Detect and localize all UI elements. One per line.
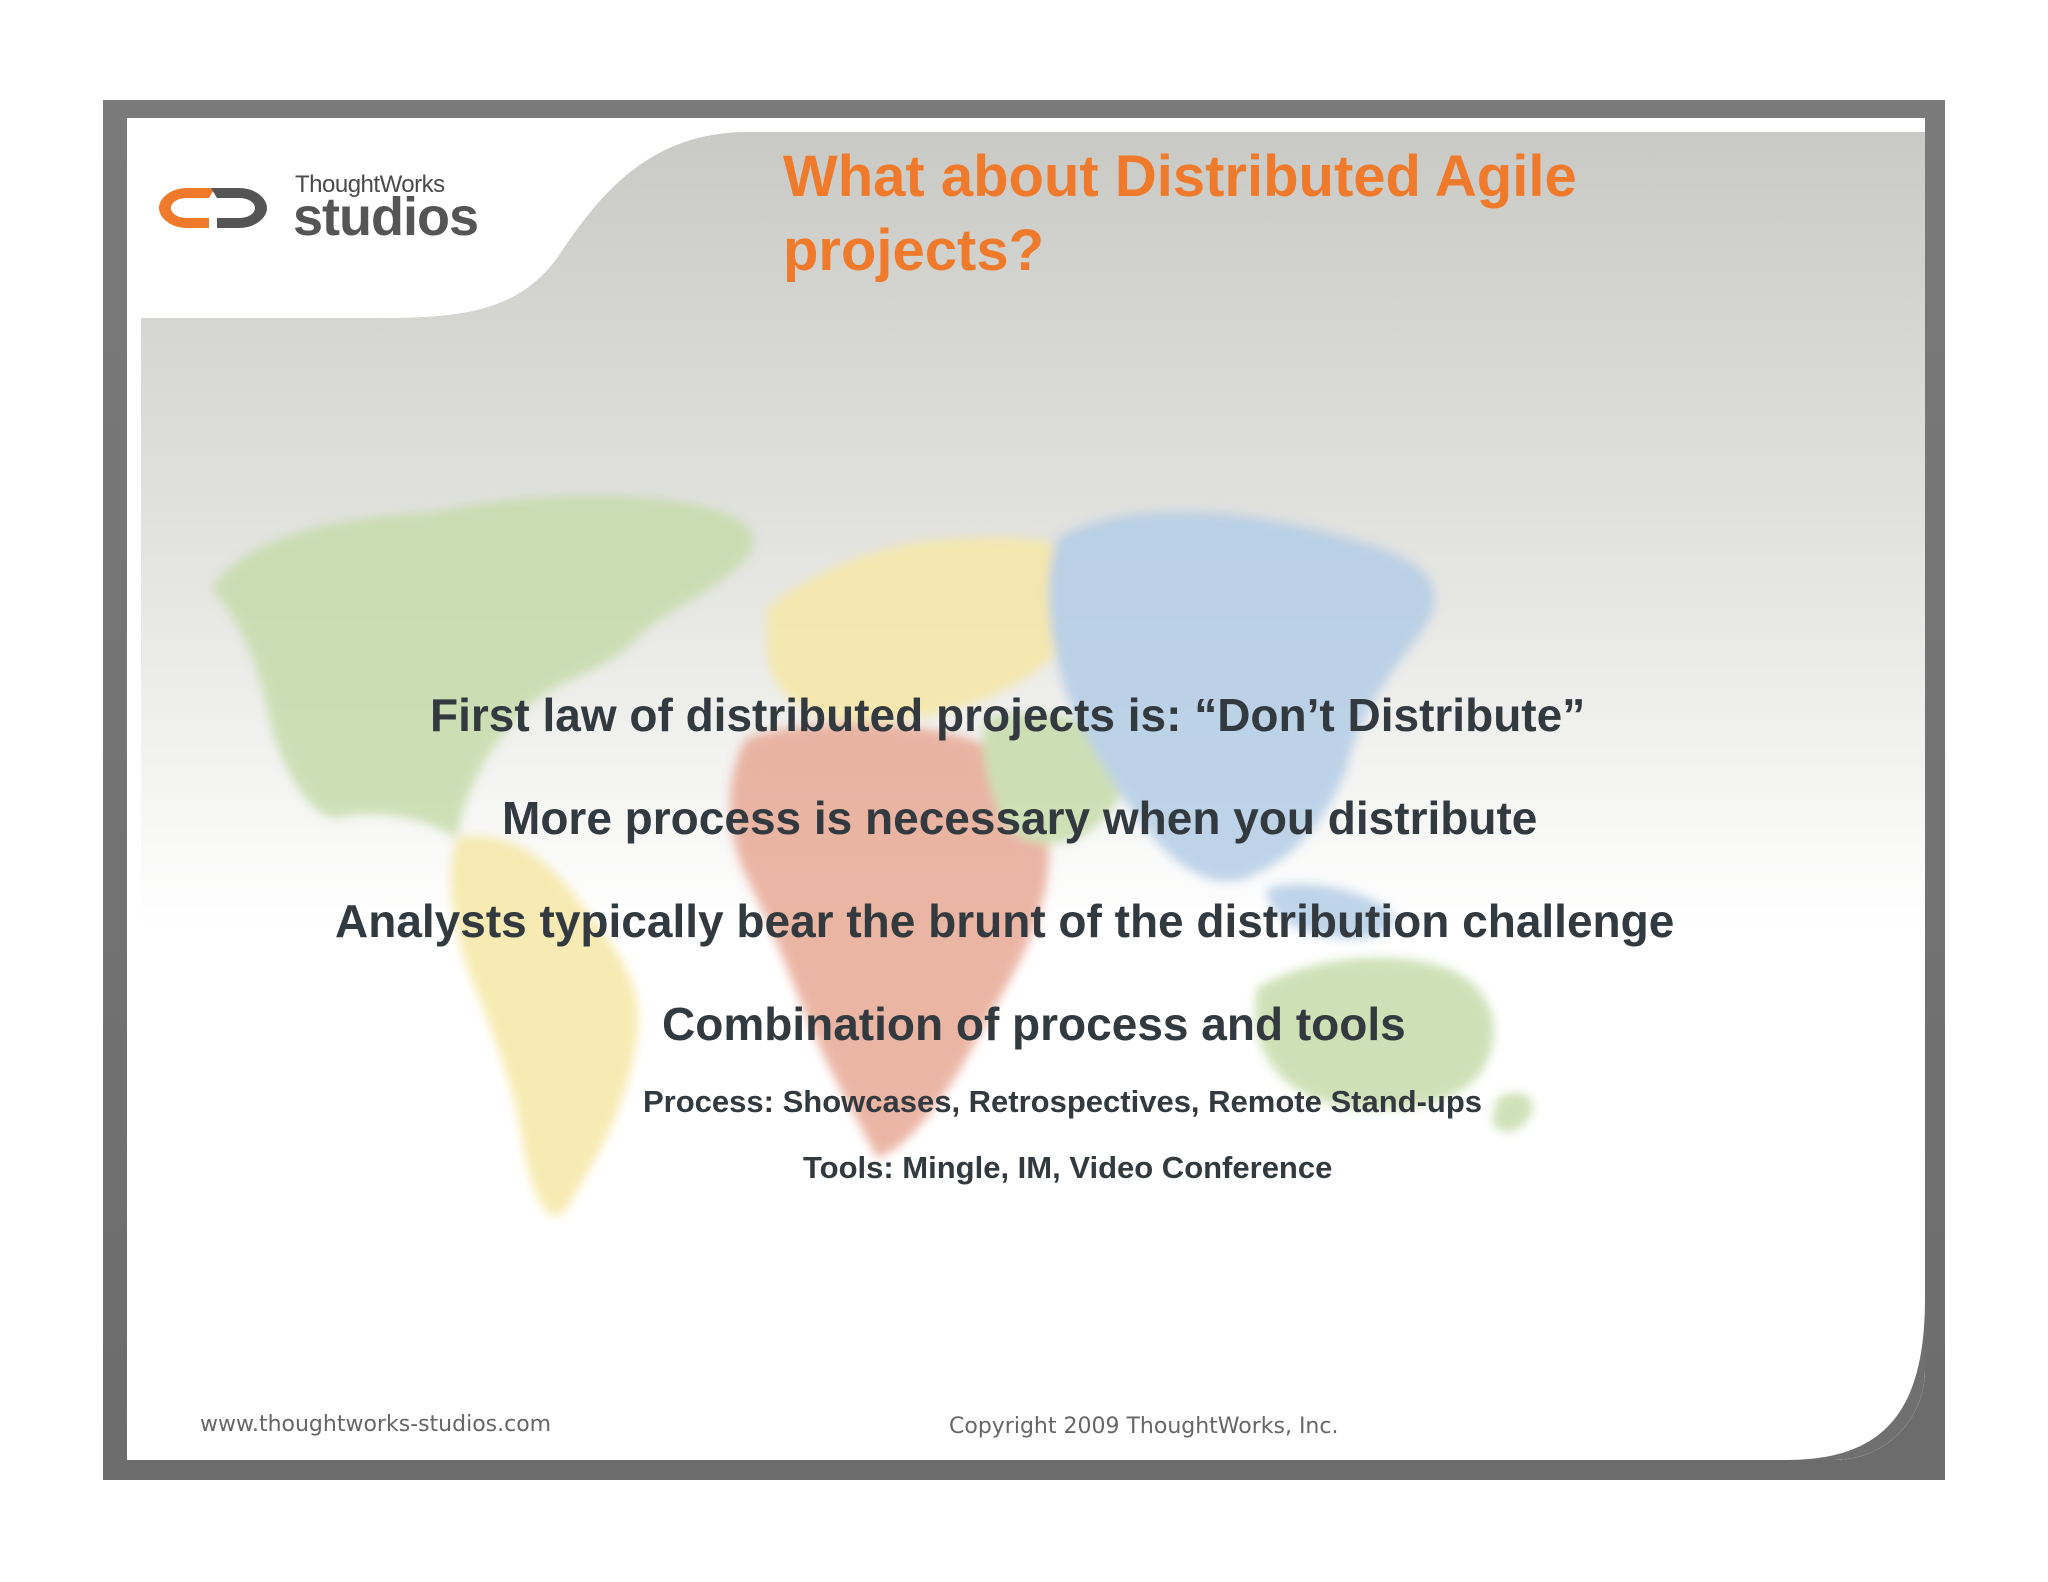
sub-bullet-item: Tools: Mingle, IM, Video Conference: [803, 1150, 1333, 1185]
bullet-item: First law of distributed projects is: “D…: [430, 689, 1586, 741]
slide-background: [141, 132, 1925, 1460]
slide-title-line-1: What about Distributed Agile: [783, 144, 1577, 209]
slide-title-line-2: projects?: [783, 218, 1045, 283]
sub-bullet-item: Process: Showcases, Retrospectives, Remo…: [643, 1084, 1483, 1119]
slide-title: What about Distributed Agile projects?: [783, 140, 1783, 288]
logo-mark-icon: [159, 188, 267, 228]
slide-frame: [103, 100, 1945, 1480]
thoughtworks-studios-logo: ThoughtWorks studios: [153, 168, 493, 248]
footer-website-url: www.thoughtworks-studios.com: [200, 1412, 552, 1437]
bullet-item: Combination of process and tools: [662, 998, 1406, 1050]
page: ThoughtWorks studios What about Distribu…: [0, 0, 2048, 1582]
footer-copyright: Copyright 2009 ThoughtWorks, Inc.: [949, 1414, 1339, 1439]
slide-canvas: [127, 118, 1925, 1460]
bullet-item: More process is necessary when you distr…: [502, 792, 1538, 844]
logo-product-name: studios: [293, 187, 479, 247]
bullet-item: Analysts typically bear the brunt of the…: [335, 895, 1675, 947]
